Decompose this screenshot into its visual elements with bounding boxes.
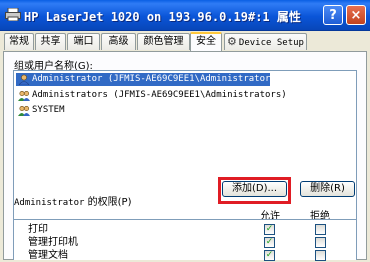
tab-general[interactable]: 常规 (4, 33, 34, 50)
permissions-label-suffix: 的权限(P) (84, 197, 132, 208)
user-name: Administrator (JFMIS-AE69C9EE1\Administr… (32, 74, 276, 84)
tab-device-setup[interactable]: ⚙ Device Setup (224, 33, 307, 50)
tab-device-setup-label: Device Setup (238, 38, 304, 48)
title-bar: HP LaserJet 1020 on 193.96.0.19#:1 属性 ? … (0, 0, 370, 31)
permissions-label: Administrator 的权限(P) (14, 193, 131, 208)
permission-manage-printer: 管理打印机 (28, 237, 78, 248)
tab-color-management[interactable]: 颜色管理 (137, 33, 190, 50)
window-title: HP LaserJet 1020 on 193.96.0.19#:1 属性 (24, 10, 301, 24)
manage-printer-deny-checkbox[interactable] (315, 237, 326, 248)
user-icon (18, 74, 30, 85)
list-item[interactable]: Administrator (JFMIS-AE69C9EE1\Administr… (16, 73, 276, 86)
manage-documents-deny-checkbox[interactable] (315, 250, 326, 261)
tab-ports[interactable]: 端口 (67, 33, 100, 50)
tab-security[interactable]: 安全 (190, 32, 222, 51)
close-button[interactable]: × (346, 5, 366, 25)
permission-print: 打印 (28, 224, 48, 235)
tab-sharing[interactable]: 共享 (35, 33, 66, 50)
permission-manage-documents: 管理文档 (28, 250, 68, 261)
add-button[interactable]: 添加(D)... (222, 181, 287, 197)
tab-advanced[interactable]: 高级 (101, 33, 136, 50)
group-icon (18, 90, 30, 101)
printer-icon (5, 8, 21, 21)
permissions-label-user: Administrator (14, 198, 85, 208)
list-item[interactable]: SYSTEM (16, 104, 65, 117)
list-item[interactable]: Administrators (JFMIS-AE69C9EE1\Administ… (16, 89, 287, 102)
manage-printer-allow-checkbox[interactable]: ✓ (264, 237, 275, 248)
gear-icon: ⚙ (227, 35, 237, 48)
remove-button[interactable]: 删除(R) (300, 181, 355, 197)
print-deny-checkbox[interactable] (315, 224, 326, 235)
manage-documents-allow-checkbox[interactable]: ✓ (264, 250, 275, 261)
user-name: SYSTEM (32, 105, 65, 115)
permissions-list: 打印 ✓ 管理打印机 ✓ 管理文档 ✓ (13, 219, 357, 261)
user-name: Administrators (JFMIS-AE69C9EE1\Administ… (32, 90, 287, 100)
help-button[interactable]: ? (323, 5, 343, 25)
group-icon (18, 105, 30, 116)
print-allow-checkbox[interactable]: ✓ (264, 224, 275, 235)
